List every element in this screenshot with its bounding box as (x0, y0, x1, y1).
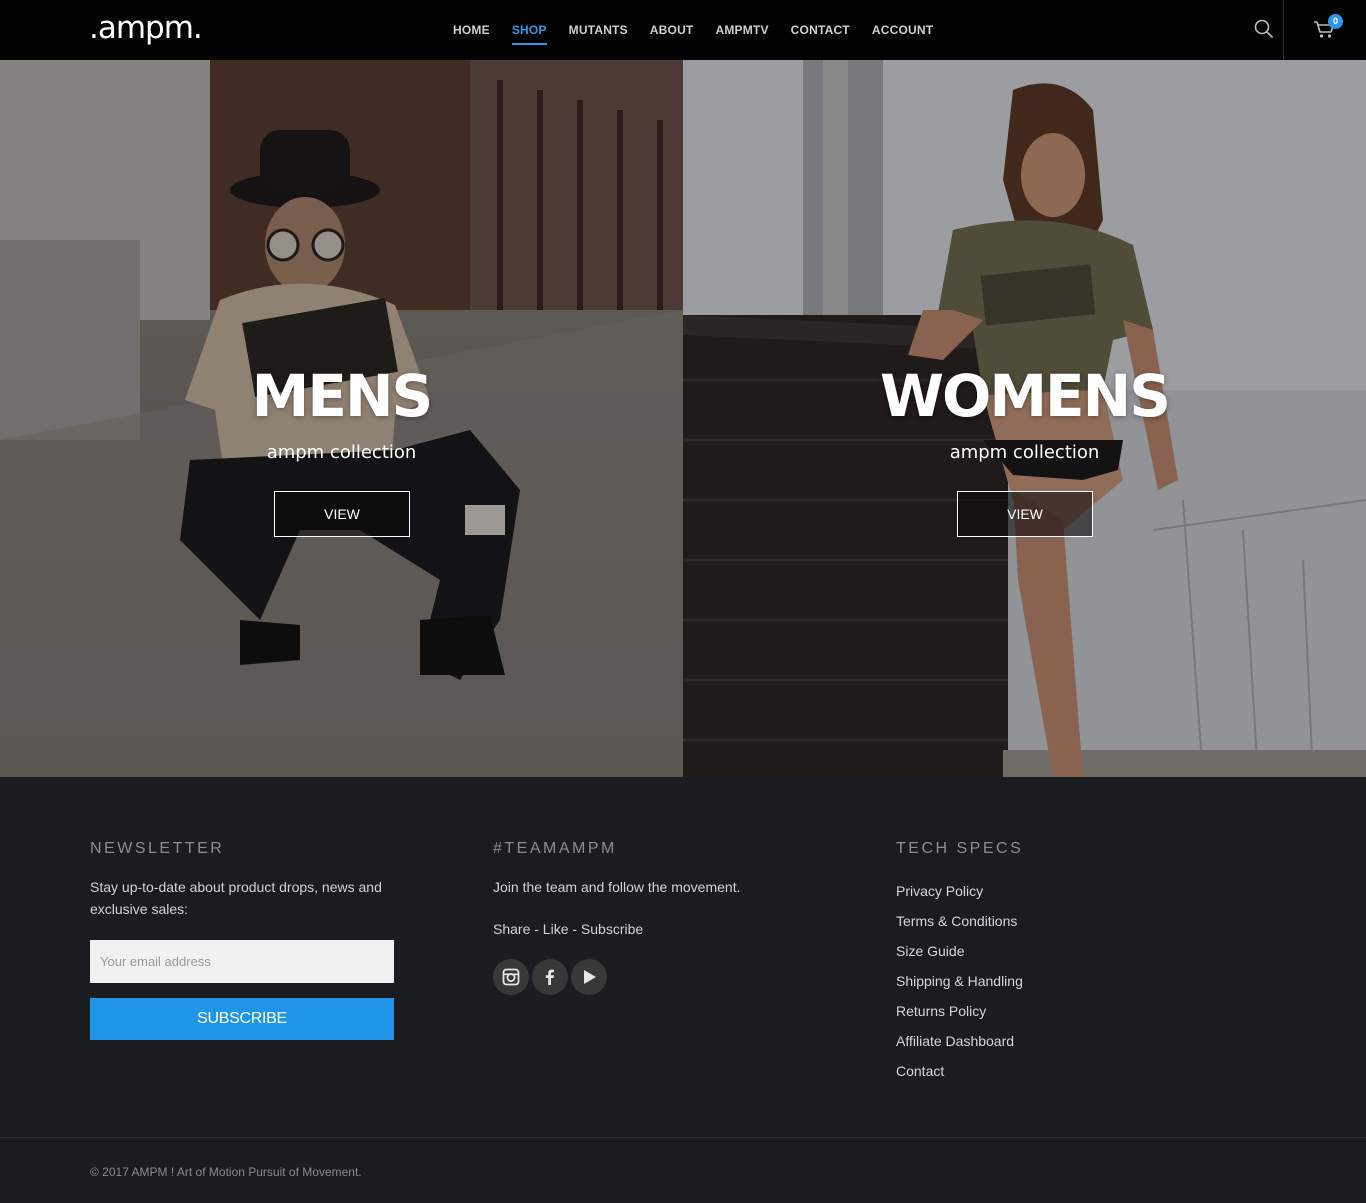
mens-subtitle: ampm collection (266, 442, 417, 463)
share-like-subscribe: Share - Like - Subscribe (493, 921, 644, 937)
nav-account[interactable]: ACCOUNT (861, 0, 944, 60)
returns-policy-link[interactable]: Returns Policy (896, 996, 1023, 1026)
facebook-icon[interactable] (532, 959, 568, 995)
search-icon[interactable] (1252, 17, 1276, 41)
cart-count-badge: 0 (1328, 14, 1343, 29)
mens-view-button[interactable]: VIEW (274, 491, 410, 537)
tech-specs-links: Privacy Policy Terms & Conditions Size G… (896, 876, 1023, 1086)
size-guide-link[interactable]: Size Guide (896, 936, 1023, 966)
nav-ampmtv[interactable]: AMPMTV (704, 0, 779, 60)
ampm-logo[interactable]: .ampm. (89, 10, 203, 46)
nav-about[interactable]: ABOUT (639, 0, 705, 60)
nav-mutants[interactable]: MUTANTS (558, 0, 639, 60)
team-description: Join the team and follow the movement. (493, 879, 741, 895)
copyright-text: © 2017 AMPM ! Art of Motion Pursuit of M… (90, 1165, 362, 1179)
subscribe-button[interactable]: SUBSCRIBE (90, 998, 394, 1040)
mens-panel-content: MENS ampm collection VIEW (0, 60, 683, 777)
newsletter-title: NEWSLETTER (90, 840, 225, 857)
womens-title: WOMENS (880, 362, 1171, 430)
tech-specs-title: TECH SPECS (896, 840, 1024, 857)
team-title: #TEAMAMPM (493, 840, 617, 857)
womens-collection-panel[interactable]: WOMENS ampm collection VIEW (683, 60, 1366, 777)
nav-shop[interactable]: SHOP (501, 0, 558, 60)
shipping-handling-link[interactable]: Shipping & Handling (896, 966, 1023, 996)
terms-conditions-link[interactable]: Terms & Conditions (896, 906, 1023, 936)
header-divider (1283, 0, 1284, 60)
privacy-policy-link[interactable]: Privacy Policy (896, 876, 1023, 906)
youtube-icon[interactable] (571, 959, 607, 995)
instagram-icon[interactable] (493, 959, 529, 995)
newsletter-description: Stay up-to-date about product drops, new… (90, 879, 382, 917)
email-field[interactable] (90, 940, 394, 983)
top-navigation-bar: .ampm. HOME SHOP MUTANTS ABOUT AMPMTV CO… (0, 0, 1366, 60)
contact-link[interactable]: Contact (896, 1056, 1023, 1086)
footer-divider (0, 1137, 1366, 1138)
nav-contact[interactable]: CONTACT (780, 0, 861, 60)
site-footer: NEWSLETTER Stay up-to-date about product… (0, 777, 1366, 1203)
mens-collection-panel[interactable]: MENS ampm collection VIEW (0, 60, 683, 777)
main-nav: HOME SHOP MUTANTS ABOUT AMPMTV CONTACT A… (442, 0, 944, 60)
affiliate-dashboard-link[interactable]: Affiliate Dashboard (896, 1026, 1023, 1056)
womens-subtitle: ampm collection (949, 442, 1100, 463)
collection-hero: MENS ampm collection VIEW WOMENS ampm co… (0, 60, 1366, 777)
nav-home[interactable]: HOME (442, 0, 501, 60)
womens-panel-content: WOMENS ampm collection VIEW (683, 60, 1366, 777)
womens-view-button[interactable]: VIEW (957, 491, 1093, 537)
mens-title: MENS (251, 362, 434, 430)
